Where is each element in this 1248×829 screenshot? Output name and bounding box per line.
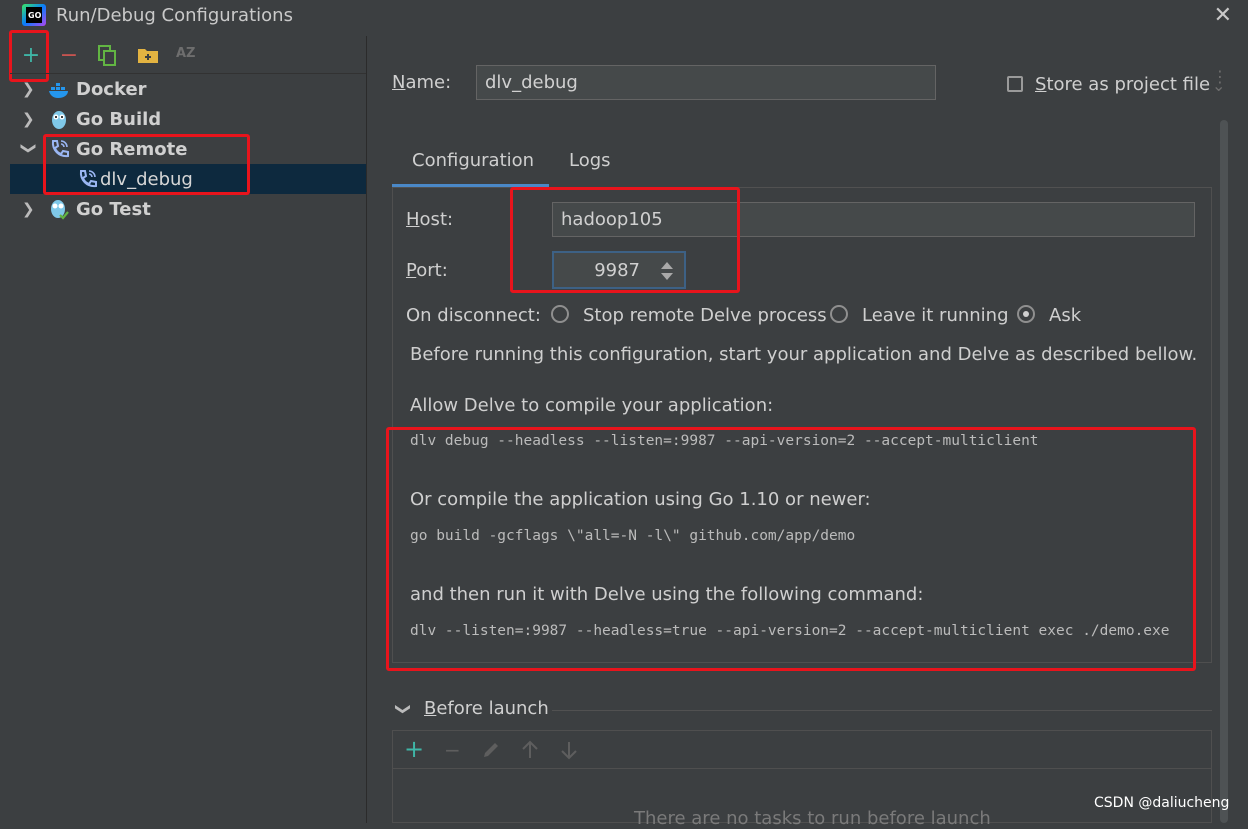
host-label: Host:: [406, 209, 454, 230]
chevron-down-icon[interactable]: ❯: [394, 703, 412, 716]
window-title: Run/Debug Configurations: [56, 5, 293, 26]
copy-icon[interactable]: [98, 45, 118, 67]
tab-logs[interactable]: Logs: [569, 150, 611, 186]
remove-configuration-icon[interactable]: −: [58, 43, 80, 68]
chevron-down-icon[interactable]: ❯: [20, 142, 38, 156]
scrollbar[interactable]: [1220, 120, 1228, 823]
tree-item-go-build[interactable]: ❯ Go Build: [10, 104, 366, 134]
port-label: Port:: [406, 260, 448, 281]
chevron-right-icon[interactable]: ❯: [22, 110, 42, 128]
watermark: CSDN @daliucheng: [1094, 795, 1230, 811]
radio-ask[interactable]: [1017, 305, 1035, 323]
instructions-allow: Allow Delve to compile your application:: [410, 395, 774, 416]
new-folder-icon[interactable]: [137, 46, 159, 64]
sort-alphabetically-icon[interactable]: AZ: [176, 46, 196, 61]
name-input[interactable]: dlv_debug: [476, 65, 936, 100]
radio-leave-running-label[interactable]: Leave it running: [862, 305, 1009, 326]
radio-stop-remote-label[interactable]: Stop remote Delve process: [583, 305, 827, 326]
store-as-project-file-checkbox[interactable]: [1007, 76, 1023, 92]
docker-icon: [49, 83, 68, 98]
store-as-project-file-label[interactable]: Store as project file: [1035, 74, 1210, 95]
highlight-host-port: [510, 187, 740, 293]
goland-app-icon: GO: [22, 4, 46, 26]
name-label: Name:: [392, 72, 452, 93]
add-task-icon[interactable]: +: [404, 735, 424, 763]
instructions-intro: Before running this configuration, start…: [410, 344, 1198, 365]
tree-label: Go Build: [76, 108, 162, 130]
gopher-icon: [52, 111, 66, 129]
before-launch-toolbar-divider: [393, 768, 1211, 769]
tree-item-docker[interactable]: ❯ Docker: [10, 74, 366, 104]
chevron-right-icon[interactable]: ❯: [22, 80, 42, 98]
before-launch-divider: [552, 710, 1212, 711]
gopher-test-icon: [51, 200, 69, 220]
move-down-icon[interactable]: [560, 740, 578, 760]
tree-item-go-test[interactable]: ❯ Go Test: [10, 194, 366, 224]
edit-pencil-icon[interactable]: [481, 740, 501, 760]
close-icon[interactable]: ✕: [1214, 3, 1232, 28]
svg-text:GO: GO: [28, 11, 42, 20]
tree-label: Docker: [76, 78, 147, 100]
on-disconnect-label: On disconnect:: [406, 305, 541, 326]
tab-configuration[interactable]: Configuration: [412, 150, 534, 186]
no-tasks-text: There are no tasks to run before launch: [634, 808, 991, 829]
highlight-commands: [386, 427, 1196, 671]
chevron-right-icon[interactable]: ❯: [22, 200, 42, 218]
radio-stop-remote[interactable]: [551, 305, 569, 323]
highlight-go-remote: [43, 134, 250, 195]
before-launch-header[interactable]: Before launch: [424, 698, 549, 719]
move-up-icon[interactable]: [521, 740, 539, 760]
radio-ask-label[interactable]: Ask: [1049, 305, 1081, 326]
remove-task-icon[interactable]: −: [444, 738, 461, 762]
more-options-icon[interactable]: ⋮ ⌄: [1212, 69, 1228, 94]
tree-label: Go Test: [76, 198, 151, 220]
radio-leave-running[interactable]: [830, 305, 848, 323]
